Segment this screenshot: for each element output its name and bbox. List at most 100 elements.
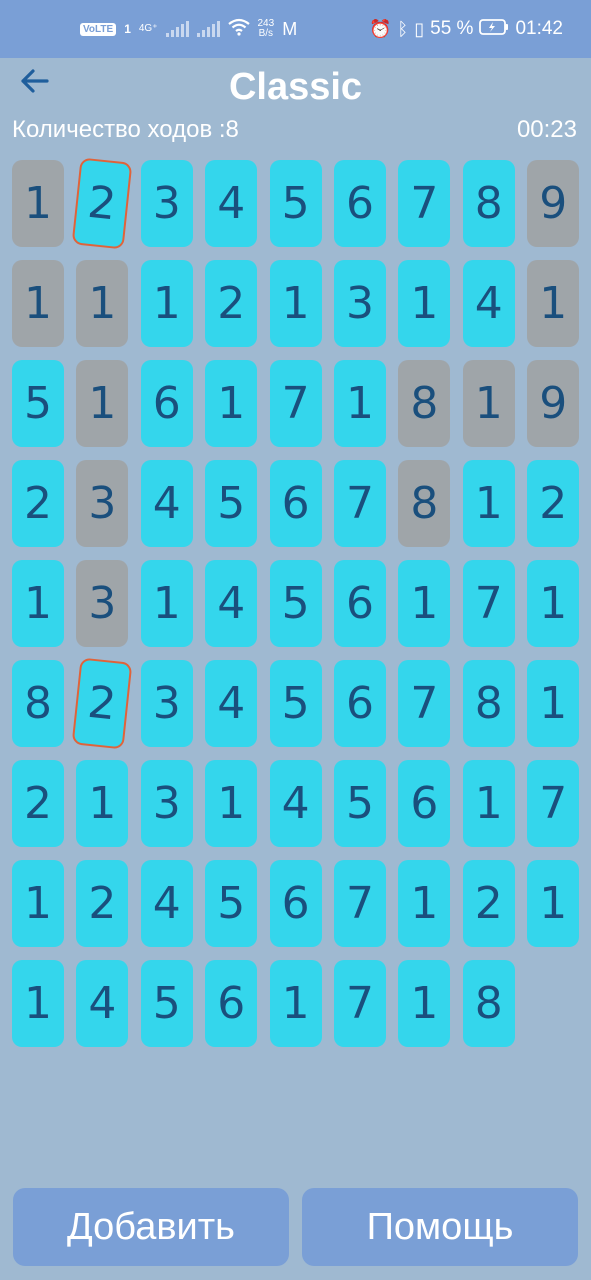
- board-cell[interactable]: 1: [76, 360, 129, 447]
- board-cell[interactable]: 2: [12, 760, 64, 847]
- signal-icon: [165, 21, 189, 37]
- board-cell[interactable]: 1: [527, 860, 580, 947]
- board-cell[interactable]: 7: [334, 960, 386, 1047]
- board-cell[interactable]: 5: [12, 360, 64, 447]
- board-cell[interactable]: 4: [140, 860, 193, 947]
- board-cell[interactable]: 7: [398, 660, 451, 747]
- board-cell[interactable]: 5: [140, 960, 193, 1047]
- board-cell[interactable]: 7: [269, 360, 322, 447]
- board-cell[interactable]: 7: [334, 460, 386, 547]
- board-cell[interactable]: 6: [269, 860, 322, 947]
- board-cell[interactable]: 8: [462, 160, 515, 247]
- board-cell[interactable]: 1: [12, 560, 64, 647]
- board-cell[interactable]: 4: [269, 760, 322, 847]
- board-cell[interactable]: 5: [269, 560, 322, 647]
- board-cell[interactable]: 6: [334, 560, 386, 647]
- board-cell[interactable]: 8: [462, 960, 515, 1047]
- board-cell[interactable]: 2: [205, 260, 258, 347]
- moves-counter: Количество ходов :8: [12, 116, 239, 143]
- board-cell[interactable]: 1: [462, 460, 515, 547]
- board-cell[interactable]: 6: [334, 660, 386, 747]
- board-cell[interactable]: 1: [269, 260, 322, 347]
- board-cell[interactable]: 1: [527, 560, 580, 647]
- board-cell[interactable]: 3: [334, 260, 386, 347]
- board-cell[interactable]: 1: [527, 660, 580, 747]
- board-cell[interactable]: 1: [12, 860, 64, 947]
- sim-indicator: 1: [124, 22, 131, 36]
- board-cell[interactable]: 7: [527, 760, 580, 847]
- board-cell[interactable]: 1: [12, 260, 64, 347]
- board-cell[interactable]: 7: [334, 860, 386, 947]
- board-cell[interactable]: 2: [527, 460, 580, 547]
- board-cell[interactable]: 8: [12, 660, 64, 747]
- board-cell[interactable]: 8: [398, 360, 451, 447]
- alarm-icon: ⏰: [369, 18, 392, 39]
- status-time: 01:42: [515, 18, 563, 39]
- board-cell[interactable]: 6: [398, 760, 451, 847]
- board-cell[interactable]: 1: [334, 360, 386, 447]
- board-cell[interactable]: 1: [462, 360, 515, 447]
- board-cell[interactable]: 6: [334, 160, 386, 247]
- board-cell[interactable]: 4: [76, 960, 129, 1047]
- board-cell[interactable]: 3: [140, 160, 193, 247]
- board-cell[interactable]: 2: [462, 860, 515, 947]
- board-cell[interactable]: 3: [76, 560, 129, 647]
- board-cell[interactable]: 3: [140, 760, 193, 847]
- board-cell[interactable]: 5: [205, 460, 258, 547]
- board-cell[interactable]: 2: [76, 860, 129, 947]
- network-type: 4G⁺: [138, 23, 158, 34]
- board-cell[interactable]: 1: [398, 860, 451, 947]
- network-speed: 243 B/s: [257, 18, 275, 39]
- page-title: Classic: [228, 66, 363, 108]
- board-cell[interactable]: 1: [76, 260, 129, 347]
- board-cell[interactable]: 6: [140, 360, 193, 447]
- board-cell[interactable]: 4: [205, 660, 258, 747]
- board-cell[interactable]: 1: [269, 960, 322, 1047]
- mail-icon: M: [282, 18, 298, 39]
- board-cell[interactable]: 6: [269, 460, 322, 547]
- board-cell[interactable]: 3: [76, 460, 129, 547]
- board-cell[interactable]: 4: [140, 460, 193, 547]
- add-button[interactable]: Добавить: [13, 1188, 289, 1266]
- board-cell[interactable]: 9: [527, 360, 580, 447]
- wifi-icon: [227, 18, 250, 41]
- board-cell[interactable]: 9: [527, 160, 580, 247]
- board-cell[interactable]: 1: [205, 760, 258, 847]
- board-cell[interactable]: 4: [462, 260, 515, 347]
- board-cell[interactable]: 6: [205, 960, 258, 1047]
- help-button[interactable]: Помощь: [302, 1188, 578, 1266]
- board-cell[interactable]: 1: [76, 760, 129, 847]
- vibrate-icon: ▯: [414, 18, 425, 39]
- board-cell[interactable]: 5: [269, 160, 322, 247]
- board-cell[interactable]: 1: [140, 260, 193, 347]
- battery-icon: [479, 18, 509, 40]
- board-cell[interactable]: 2: [12, 460, 64, 547]
- board-cell[interactable]: 5: [269, 660, 322, 747]
- board-cell[interactable]: 4: [205, 560, 258, 647]
- bluetooth-icon: ᛒ: [397, 18, 409, 39]
- board-cell[interactable]: 8: [398, 460, 451, 547]
- board-cell[interactable]: 3: [140, 660, 193, 747]
- board-cell[interactable]: 7: [462, 560, 515, 647]
- board-cell[interactable]: 1: [12, 960, 64, 1047]
- board-cell[interactable]: 2: [71, 157, 133, 250]
- number-board: 1234567891112131415161718192345678121314…: [12, 157, 582, 1050]
- board-cell[interactable]: 8: [462, 660, 515, 747]
- board-cell[interactable]: 1: [398, 260, 451, 347]
- board-cell[interactable]: 5: [334, 760, 386, 847]
- board-cell[interactable]: 1: [398, 560, 451, 647]
- board-cell[interactable]: 1: [140, 560, 193, 647]
- board-cell[interactable]: 1: [12, 160, 64, 247]
- board-cell[interactable]: 2: [71, 657, 133, 750]
- board-cell[interactable]: 4: [205, 160, 258, 247]
- status-left: VoLTE 1 4G⁺ 243 B/s M: [80, 18, 297, 40]
- board-cell[interactable]: 1: [205, 360, 258, 447]
- board-cell[interactable]: 5: [205, 860, 258, 947]
- board-cell[interactable]: 1: [527, 260, 580, 347]
- app-header: Classic: [0, 58, 591, 120]
- board-cell[interactable]: 7: [398, 160, 451, 247]
- board-cell[interactable]: 1: [462, 760, 515, 847]
- status-right: ⏰ ᛒ ▯ 55 % 01:42: [369, 18, 563, 40]
- battery-percent: 55 %: [430, 18, 474, 39]
- board-cell[interactable]: 1: [398, 960, 451, 1047]
